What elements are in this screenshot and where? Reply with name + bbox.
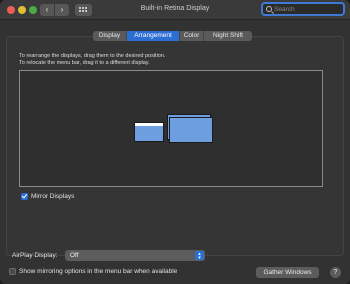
- tab-arrangement[interactable]: Arrangement: [127, 31, 180, 41]
- menu-bar-handle[interactable]: [135, 123, 163, 126]
- airplay-selected-value: Off: [70, 252, 79, 259]
- search-input[interactable]: [274, 5, 342, 14]
- tab-night-shift[interactable]: Night Shift: [204, 31, 252, 41]
- mirror-displays-checkbox[interactable]: [21, 193, 28, 200]
- instruction-menu-bar: To relocate the menu bar, drag it to a d…: [19, 60, 150, 66]
- close-button[interactable]: [7, 6, 15, 14]
- tab-bar: Display Arrangement Color Night Shift: [93, 31, 252, 41]
- zoom-button[interactable]: [29, 6, 37, 14]
- mirrored-display-front[interactable]: [169, 117, 213, 143]
- chevron-updown-icon: ▴ ▾: [195, 251, 204, 261]
- show-mirroring-label: Show mirroring options in the menu bar w…: [19, 268, 178, 275]
- back-button[interactable]: ‹: [40, 4, 54, 16]
- search-icon: [266, 6, 272, 12]
- display-with-menubar[interactable]: [134, 122, 164, 142]
- show-all-button[interactable]: [75, 4, 92, 16]
- grid-icon: [79, 7, 88, 13]
- instruction-rearrange: To rearrange the displays, drag them to …: [19, 53, 166, 59]
- show-mirroring-checkbox[interactable]: [9, 268, 16, 275]
- chevron-left-icon: ‹: [45, 5, 49, 14]
- forward-button[interactable]: ›: [55, 4, 69, 16]
- search-field[interactable]: [261, 2, 345, 16]
- help-button[interactable]: ?: [330, 267, 341, 278]
- tab-display[interactable]: Display: [93, 31, 127, 41]
- show-mirroring-option[interactable]: Show mirroring options in the menu bar w…: [9, 268, 177, 275]
- window-title: Built-in Retina Display: [140, 5, 210, 12]
- mirror-displays-option[interactable]: Mirror Displays: [21, 193, 74, 200]
- preferences-window: ‹ › Built-in Retina Display Display Arra…: [0, 0, 350, 284]
- airplay-display-select[interactable]: Off ▴ ▾: [65, 250, 205, 261]
- gather-windows-button[interactable]: Gather Windows: [256, 267, 319, 278]
- mirror-displays-label: Mirror Displays: [31, 193, 75, 200]
- chevron-right-icon: ›: [60, 5, 64, 14]
- tab-color[interactable]: Color: [180, 31, 204, 41]
- minimize-button[interactable]: [18, 6, 26, 14]
- titlebar: ‹ › Built-in Retina Display: [0, 0, 350, 20]
- airplay-display-label: AirPlay Display:: [12, 252, 58, 259]
